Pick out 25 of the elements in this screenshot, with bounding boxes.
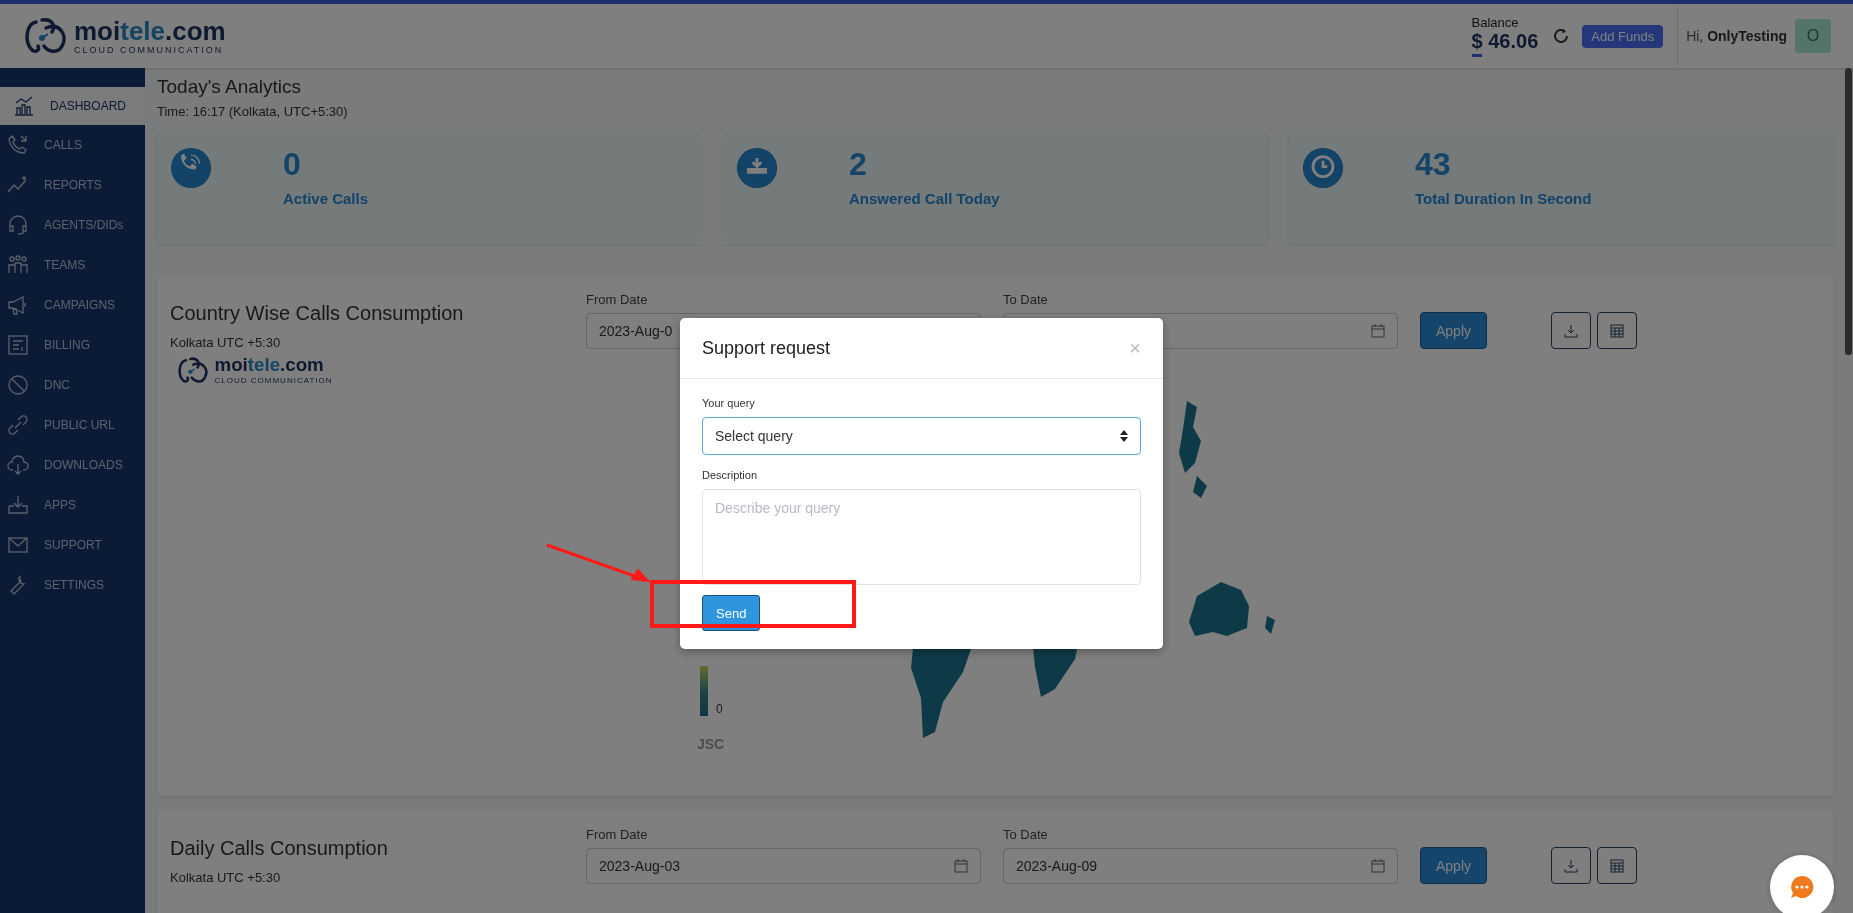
section-title: Daily Calls Consumption — [170, 837, 389, 860]
to-date-label: To Date — [1003, 292, 1049, 307]
description-label: Description — [702, 469, 759, 481]
stat-value: 0 — [283, 148, 302, 180]
logo-text: moitele.com CLOUD COMMUNICATION — [214, 356, 333, 385]
timezone-text: Kolkata UTC +5:30 — [170, 870, 282, 885]
from-date-label: From Date — [586, 827, 649, 842]
stat-label: Total Duration In Second — [1415, 190, 1592, 207]
balance-label: Balance — [1471, 15, 1520, 30]
from-date-label: From Date — [586, 292, 649, 307]
balance-amount: $ 46.06 — [1471, 30, 1539, 53]
stat-label: Answered Call Today — [849, 190, 1000, 207]
stat-value: 43 — [1415, 148, 1452, 180]
stat-value: 2 — [849, 148, 868, 180]
query-label: Your query — [702, 397, 756, 409]
stat-label: Active Calls — [283, 190, 369, 207]
modal-title: Support request — [702, 337, 831, 359]
page-title: Today's Analytics — [157, 76, 303, 98]
logo-text: moitele.com CLOUD COMMUNICATION — [74, 17, 226, 55]
section-title: Country Wise Calls Consumption — [170, 302, 465, 325]
time-text: Time: 16:17 (Kolkata, UTC+5:30) — [157, 104, 349, 119]
legend-label: 0 — [716, 702, 723, 716]
to-date-label: To Date — [1003, 827, 1049, 842]
greeting-text: Hi, OnlyTesting — [1686, 28, 1787, 44]
timezone-text: Kolkata UTC +5:30 — [170, 335, 282, 350]
